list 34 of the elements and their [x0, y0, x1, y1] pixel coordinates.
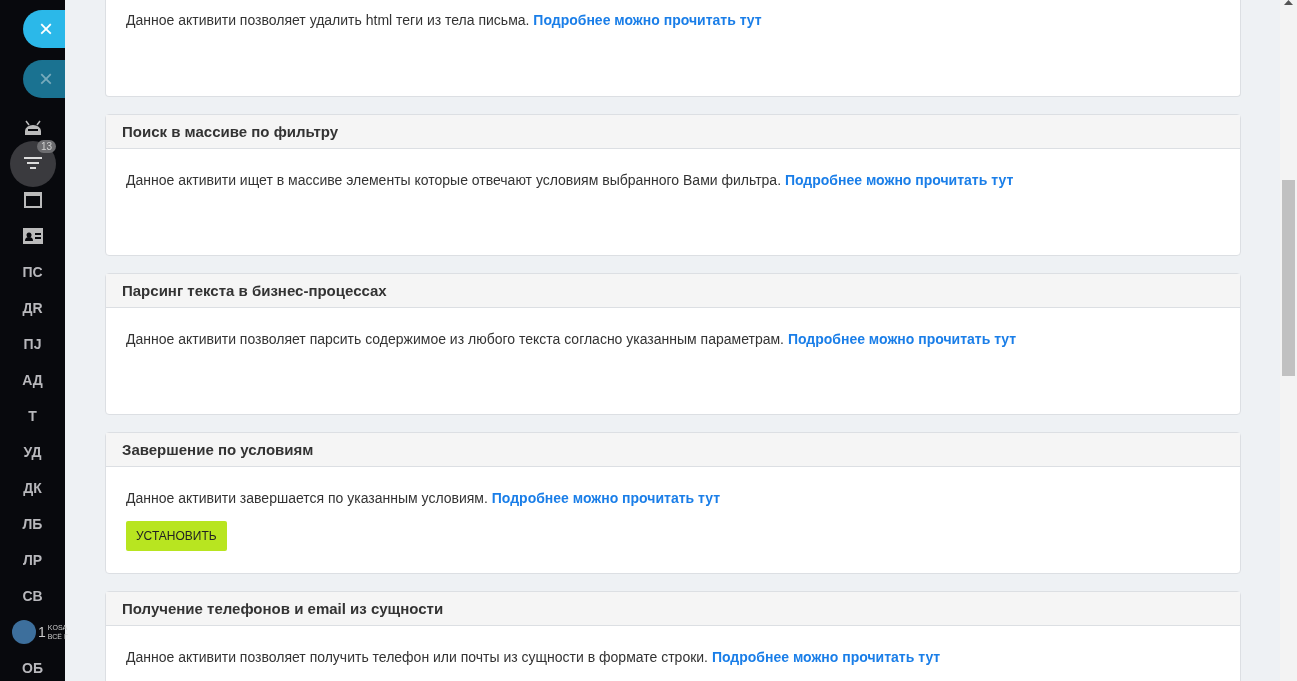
card-title: Парсинг текста в бизнес-процессах: [106, 274, 1240, 308]
sidebar-item[interactable]: ДК: [23, 480, 42, 496]
more-link[interactable]: Подробнее можно прочитать тут: [491, 490, 721, 506]
logo-icon[interactable]: [12, 620, 36, 644]
filter-icon[interactable]: [22, 156, 43, 172]
sidebar-item[interactable]: Т: [28, 408, 37, 424]
scrollbar[interactable]: [1280, 0, 1297, 681]
count-badge: 13: [37, 140, 57, 153]
card-description: Данное активити ищет в массиве элементы которые отвечают условиям выбранного Вами фильтра. Подробнее можно прочитать тут: [126, 172, 1014, 188]
card-description: Данное активити позволяет получить телефон или почты из сущности в формате строки. Подробнее можно прочитать тут: [126, 649, 941, 665]
sidebar-item[interactable]: ДR: [22, 300, 43, 316]
sidebar-item[interactable]: СВ: [22, 588, 43, 604]
sidebar-item[interactable]: УД: [23, 444, 42, 460]
card-description: Данное активити завершается по указанным условиям. Подробнее можно прочитать тут: [126, 490, 721, 506]
card-description: Данное активити позволяет удалить html теги из тела письма. Подробнее можно прочитать тут: [126, 12, 762, 28]
scrollbar-thumb[interactable]: [1282, 180, 1295, 376]
card-title: Поиск в массиве по фильтру: [106, 115, 1240, 149]
logo-count: 1: [38, 624, 46, 640]
sidebar-item[interactable]: ОБ: [22, 660, 43, 676]
more-link[interactable]: Подробнее можно прочитать тут: [711, 649, 941, 665]
install-button[interactable]: УСТАНОВИТЬ: [126, 521, 227, 551]
sidebar-item[interactable]: ЛР: [22, 552, 43, 568]
card-title: Получение телефонов и email из сущности: [106, 592, 1240, 626]
more-link[interactable]: Подробнее можно прочитать тут: [787, 331, 1017, 347]
more-link[interactable]: Подробнее можно прочитать тут: [784, 172, 1014, 188]
sidebar-item[interactable]: АД: [22, 372, 43, 388]
card-description: Данное активити позволяет парсить содержимое из любого текста согласно указанным параметрам. Подробнее можно прочитать тут: [126, 331, 1017, 347]
scroll-up-icon[interactable]: [1284, 0, 1293, 5]
sidebar-item[interactable]: ПJ: [23, 336, 42, 352]
sidebar-item[interactable]: [9, 141, 56, 187]
card-title: Завершение по условиям: [106, 433, 1240, 467]
more-link[interactable]: Подробнее можно прочитать тут: [533, 12, 762, 28]
sidebar-item[interactable]: ПС: [22, 264, 43, 280]
sidebar-item[interactable]: ЛБ: [22, 516, 43, 532]
